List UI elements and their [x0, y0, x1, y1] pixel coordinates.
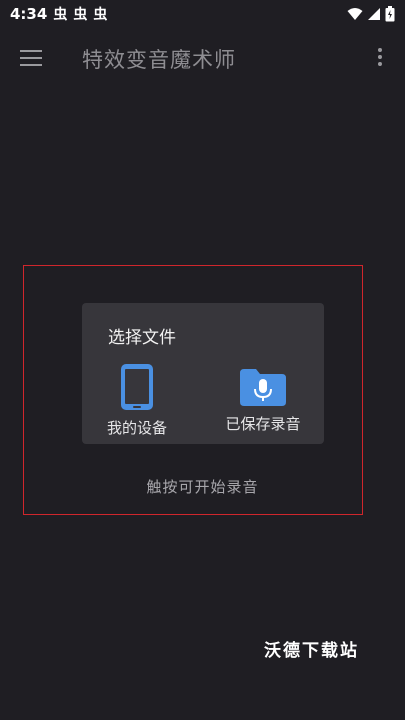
- signal-icon: [368, 8, 380, 20]
- saved-recordings-label: 已保存录音: [225, 415, 301, 433]
- status-bar: 4:34 虫 虫 虫: [0, 0, 405, 28]
- app-bar: 特效变音魔术师: [0, 28, 405, 90]
- bug-icon: 虫: [73, 7, 88, 23]
- more-options-icon[interactable]: [378, 48, 384, 70]
- status-time: 4:34: [10, 5, 48, 23]
- folder-mic-icon: [240, 369, 286, 406]
- dialog-title: 选择文件: [108, 328, 176, 348]
- menu-icon[interactable]: [20, 50, 42, 68]
- select-file-dialog: 选择文件 我的设备 已保存录音: [82, 303, 324, 444]
- saved-recordings-option[interactable]: 已保存录音: [208, 363, 318, 434]
- my-device-label: 我的设备: [106, 419, 167, 437]
- bug-icon: 虫: [53, 7, 68, 23]
- wifi-icon: [347, 8, 363, 20]
- app-title: 特效变音魔术师: [82, 48, 236, 72]
- status-left: 4:34 虫 虫 虫: [10, 4, 107, 24]
- bug-icon: 虫: [93, 7, 108, 23]
- my-device-option[interactable]: 我的设备: [82, 363, 192, 438]
- battery-icon: [385, 6, 395, 22]
- phone-icon: [121, 364, 153, 410]
- watermark: 沃德下载站: [264, 641, 359, 661]
- tap-to-record-hint[interactable]: 触按可开始录音: [0, 476, 405, 497]
- status-right: [347, 6, 395, 22]
